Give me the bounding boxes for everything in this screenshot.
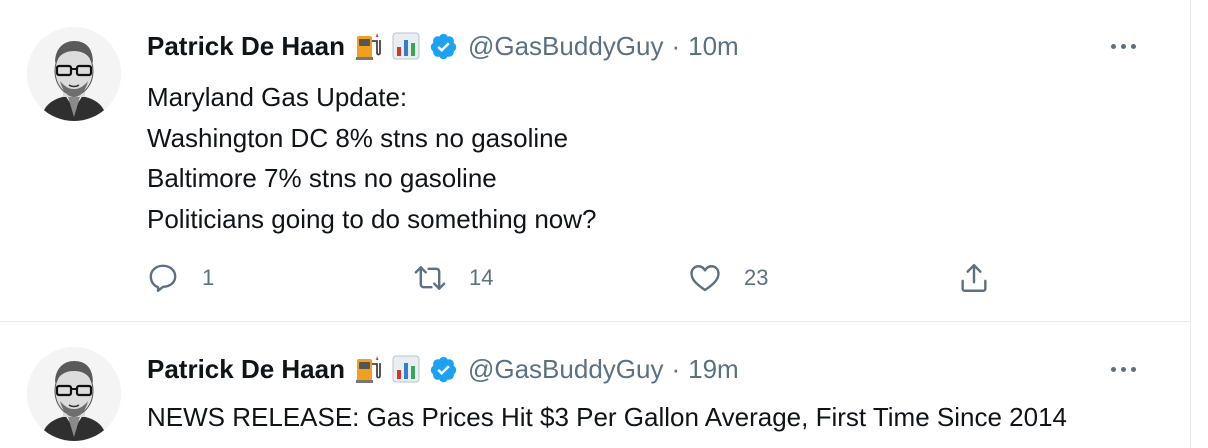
fuel-pump-icon [353,31,383,61]
more-dot-icon [1130,366,1136,372]
tweet-text-line: Washington DC 8% stns no gasoline [147,122,569,153]
retweet-button[interactable]: 14 [413,256,493,300]
fuel-pump-icon [353,354,383,384]
author-handle[interactable]: @GasBuddyGuy [468,354,663,385]
separator-dot: · [671,30,681,61]
author-name[interactable]: Patrick De Haan [147,354,345,385]
bar-chart-icon [391,31,421,61]
reply-button[interactable]: 1 [146,256,214,300]
tweet-timestamp[interactable]: 19m [688,354,739,385]
verified-badge-icon [429,355,458,384]
share-icon [961,264,987,292]
heart-icon [690,265,720,292]
like-count: 23 [744,265,769,290]
avatar[interactable] [27,347,121,441]
more-dot-icon [1110,366,1116,372]
like-button[interactable]: 23 [688,256,768,300]
tweet-header: Patrick De Haan @GasBuddyGuy · 10m [147,26,739,66]
bar-chart-icon [391,354,421,384]
more-dot-icon [1110,43,1116,49]
reply-count: 1 [202,265,215,290]
reply-icon [149,264,177,292]
tweet[interactable]: Patrick De Haan @GasBuddyGuy · 10m Maryl… [0,0,1191,322]
avatar-image [27,347,121,441]
retweet-count: 14 [469,265,494,290]
avatar-image [27,27,121,121]
tweet-timestamp[interactable]: 10m [688,31,739,62]
retweet-icon [414,266,446,290]
more-dot-icon [1120,366,1126,372]
more-options-button[interactable] [1103,26,1143,66]
more-dot-icon [1120,43,1126,49]
share-button[interactable] [957,256,991,300]
author-name[interactable]: Patrick De Haan [147,31,345,62]
tweet-header: Patrick De Haan @GasBuddyGuy · 19m [147,349,739,389]
tweet-text: Maryland Gas Update: Washington DC 8% st… [147,77,597,239]
more-dot-icon [1130,43,1136,49]
timeline-feed: Patrick De Haan @GasBuddyGuy · 10m Maryl… [0,0,1191,448]
author-handle[interactable]: @GasBuddyGuy [468,31,663,62]
verified-badge-icon [429,32,458,61]
more-options-button[interactable] [1103,349,1143,389]
tweet-text-line: NEWS RELEASE: Gas Prices Hit $3 Per Gall… [147,402,1068,432]
tweet-text-line: Baltimore 7% stns no gasoline [147,163,497,193]
tweet-text-line: Maryland Gas Update: [147,82,408,112]
tweet[interactable]: Patrick De Haan @GasBuddyGuy · 19m NEWS … [0,322,1191,448]
tweet-actions: 1 14 23 [0,256,1191,300]
avatar[interactable] [27,27,121,121]
tweet-text: NEWS RELEASE: Gas Prices Hit $3 Per Gall… [147,397,1067,438]
tweet-text-line: Politicians going to do something now? [147,203,597,234]
separator-dot: · [671,353,681,384]
